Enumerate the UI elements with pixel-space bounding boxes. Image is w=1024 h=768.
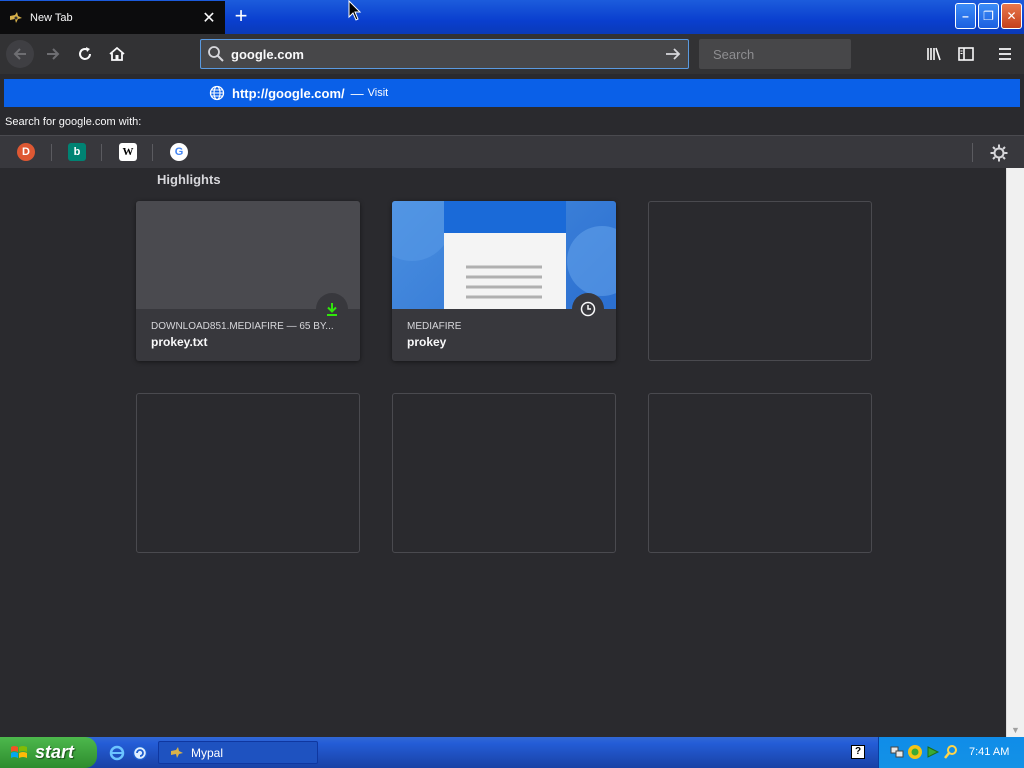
oneoff-search-label: Search for google.com with: — [5, 116, 142, 128]
engine-separator — [152, 144, 153, 161]
security-shield-icon[interactable] — [907, 744, 923, 760]
empty-card-placeholder — [136, 393, 360, 553]
start-button[interactable]: start — [0, 737, 97, 768]
engine-separator — [51, 144, 52, 161]
empty-card-placeholder — [392, 393, 616, 553]
sidebar-button[interactable] — [952, 40, 980, 68]
navigation-toolbar — [0, 34, 1024, 74]
minimize-button[interactable]: – — [955, 3, 976, 29]
suggestion-action: Visit — [367, 87, 389, 99]
arrow-left-icon — [13, 48, 26, 60]
duckduckgo-engine-icon[interactable]: D — [17, 143, 35, 161]
engine-separator — [101, 144, 102, 161]
library-button[interactable] — [920, 40, 948, 68]
highlights-heading: Highlights — [157, 172, 221, 187]
visited-badge — [572, 293, 604, 325]
mouse-cursor-icon — [348, 0, 362, 21]
wikipedia-engine-icon[interactable]: W — [119, 143, 137, 161]
show-desktop-icon[interactable] — [131, 744, 149, 762]
search-icon — [208, 46, 224, 62]
oneoff-search-engines: D b W G — [0, 135, 1024, 168]
internet-explorer-icon[interactable] — [108, 744, 126, 762]
gear-icon[interactable] — [989, 143, 1009, 163]
title-bar: New Tab ✕ + – ❐ ✕ — [0, 0, 1024, 34]
scroll-down-icon[interactable]: ▼ — [1011, 725, 1020, 735]
library-icon — [927, 47, 941, 61]
tab-new-tab[interactable]: New Tab ✕ — [0, 1, 225, 34]
windows-taskbar: start Mypal 7:41 AM — [0, 737, 1024, 768]
globe-icon — [209, 85, 225, 101]
maximize-button[interactable]: ❐ — [978, 3, 999, 29]
empty-card-placeholder — [648, 393, 872, 553]
suggestion-url: http://google.com/ — [232, 85, 345, 101]
start-label: start — [35, 742, 75, 762]
card-context: DOWNLOAD851.MEDIAFIRE — 65 BY... — [151, 321, 334, 332]
highlight-card-mediafire[interactable]: MEDIAFIRE prokey — [392, 201, 616, 361]
new-tab-button[interactable]: + — [229, 5, 253, 29]
engine-separator — [972, 143, 973, 162]
home-icon — [109, 46, 125, 61]
system-tray: 7:41 AM — [878, 737, 1024, 768]
download-icon — [327, 303, 337, 316]
card-title: prokey.txt — [151, 335, 208, 349]
url-input[interactable] — [231, 46, 664, 62]
search-input[interactable] — [713, 46, 889, 62]
url-suggestions-popup: http://google.com/ — Visit Search for go… — [0, 74, 1024, 168]
suggestion-separator: — — [350, 85, 364, 101]
windows-logo-icon — [11, 745, 27, 758]
sidebar-icon — [958, 47, 974, 61]
tab-close-icon[interactable]: ✕ — [197, 8, 221, 28]
card-title: prokey — [407, 335, 447, 349]
search-bar[interactable] — [699, 39, 889, 69]
help-icon[interactable]: ? — [851, 745, 865, 759]
suggestion-row-visit[interactable]: http://google.com/ — Visit — [4, 79, 1020, 107]
hamburger-menu-icon — [999, 48, 1011, 60]
taskbar-item-label: Mypal — [191, 745, 224, 760]
mypal-favicon-icon — [10, 11, 22, 23]
tab-title: New Tab — [30, 11, 73, 24]
menu-button[interactable] — [991, 40, 1019, 68]
back-button[interactable] — [6, 40, 34, 68]
forward-button[interactable] — [39, 40, 67, 68]
clock-icon — [580, 301, 596, 317]
highlight-card-download[interactable]: DOWNLOAD851.MEDIAFIRE — 65 BY... prokey.… — [136, 201, 360, 361]
network-icon[interactable] — [889, 744, 905, 760]
new-tab-page: Highlights DOWNLOAD851.MEDIAFIRE — 65 BY… — [0, 168, 1006, 737]
reload-button[interactable] — [71, 40, 99, 68]
taskbar-item-mypal[interactable]: Mypal — [158, 741, 318, 764]
arrow-right-icon — [47, 48, 60, 60]
go-arrow-icon[interactable] — [664, 45, 682, 63]
vertical-scrollbar[interactable]: ▼ — [1006, 168, 1024, 737]
card-context: MEDIAFIRE — [407, 321, 462, 332]
mypal-favicon-icon — [171, 746, 183, 758]
close-window-button[interactable]: ✕ — [1001, 3, 1022, 29]
google-engine-icon[interactable]: G — [170, 143, 188, 161]
reload-icon — [79, 47, 91, 60]
url-bar[interactable] — [200, 39, 689, 69]
taskbar-clock: 7:41 AM — [969, 746, 1010, 758]
search-icon[interactable] — [943, 744, 959, 760]
home-button[interactable] — [103, 40, 131, 68]
bing-engine-icon[interactable]: b — [68, 143, 86, 161]
empty-card-placeholder — [648, 201, 872, 361]
update-icon[interactable] — [925, 744, 941, 760]
